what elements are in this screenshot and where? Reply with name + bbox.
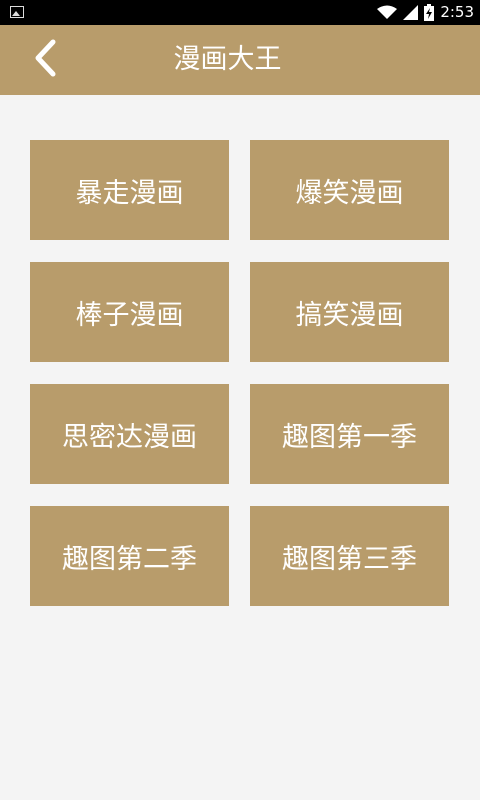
back-button[interactable] bbox=[20, 35, 70, 85]
category-tile-gaoxiao[interactable]: 搞笑漫画 bbox=[250, 262, 449, 362]
category-grid: 暴走漫画 爆笑漫画 棒子漫画 搞笑漫画 思密达漫画 趣图第一季 趣图第二季 趣图… bbox=[30, 140, 449, 606]
gallery-notification-icon bbox=[10, 6, 24, 18]
status-time: 2:53 bbox=[440, 3, 474, 21]
category-tile-qutu-season-1[interactable]: 趣图第一季 bbox=[250, 384, 449, 484]
chevron-left-icon bbox=[32, 38, 58, 82]
status-right-group: 2:53 bbox=[377, 0, 474, 25]
title-bar: 漫画大王 bbox=[0, 25, 480, 95]
category-tile-qutu-season-3[interactable]: 趣图第三季 bbox=[250, 506, 449, 606]
category-tile-bangzi[interactable]: 棒子漫画 bbox=[30, 262, 229, 362]
cell-signal-icon bbox=[403, 5, 419, 20]
battery-charging-icon bbox=[424, 4, 435, 21]
category-tile-simida[interactable]: 思密达漫画 bbox=[30, 384, 229, 484]
category-tile-baozou[interactable]: 暴走漫画 bbox=[30, 140, 229, 240]
wifi-icon bbox=[377, 5, 398, 20]
status-bar: 2:53 bbox=[0, 0, 480, 25]
category-tile-qutu-season-2[interactable]: 趣图第二季 bbox=[30, 506, 229, 606]
category-tile-baoxiao[interactable]: 爆笑漫画 bbox=[250, 140, 449, 240]
